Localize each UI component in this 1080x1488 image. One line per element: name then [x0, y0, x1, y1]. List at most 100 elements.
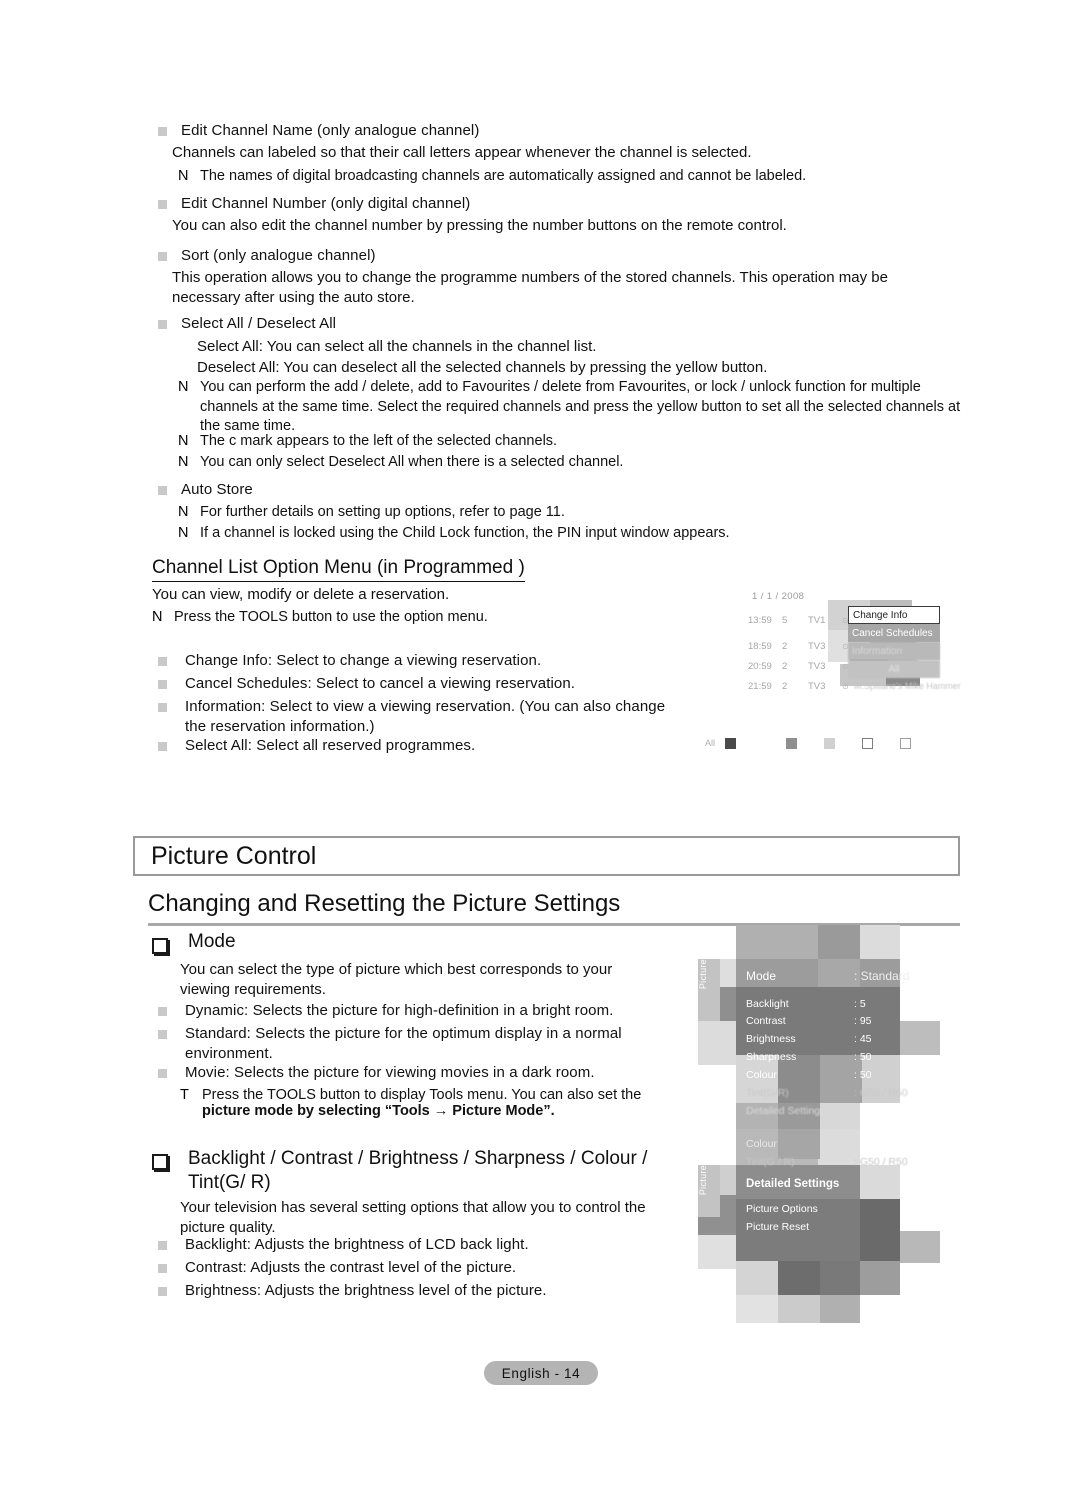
menu-row-mode[interactable]: Mode : Standard [736, 967, 910, 984]
backlight-item-label: Backlight: Adjusts the brightness of LCD… [185, 1236, 529, 1253]
mosaic-tile [820, 1295, 860, 1323]
menu-row-colour[interactable]: Colour : 50 [736, 1066, 906, 1083]
menu-row-value: : 50 [854, 1050, 872, 1063]
note-text: If a channel is locked using the Child L… [200, 525, 730, 541]
schedule-time: 21:59 [748, 680, 772, 692]
list-item: Standard: Selects the picture for the op… [158, 1024, 658, 1064]
note-row: N Press the TOOLS button to use the opti… [152, 608, 712, 628]
square-bullet-icon [158, 127, 167, 136]
menu-row-value: : 50 [854, 1068, 872, 1081]
option-item-label: Change Info: Select to change a viewing … [185, 652, 542, 669]
menu-row-tint[interactable]: Tint(G / R) : G50 / R50 [736, 1153, 926, 1170]
note-text: You can perform the add / delete, add to… [200, 379, 961, 434]
yellow-button-icon[interactable] [824, 738, 835, 749]
list-item: Information: Select to view a viewing re… [158, 697, 688, 737]
menu-row-picture-reset[interactable]: Picture Reset [736, 1218, 916, 1235]
return-icon[interactable] [862, 738, 873, 749]
menu-row-tint[interactable]: Tint(G/R) : G50 / R50 [736, 1084, 916, 1101]
list-item: Dynamic: Selects the picture for high-de… [158, 1001, 678, 1021]
chapter-title-box: Picture Control [133, 836, 960, 876]
red-button-icon[interactable] [725, 738, 736, 749]
square-bullet-icon [158, 1241, 167, 1250]
note-row: N The c mark appears to the left of the … [178, 432, 963, 452]
schedule-screenshot: 1 / 1 / 2008 13:59 5 TV1 ⊙ 18:59 2 TV3 ⊙… [700, 586, 962, 771]
open-square-bullet-icon [152, 938, 168, 954]
block-body: You can also edit the channel number by … [172, 217, 787, 234]
schedule-channel-name: TV3 [808, 660, 826, 672]
schedule-time: 13:59 [748, 614, 772, 626]
menu-row-brightness[interactable]: Brightness : 45 [736, 1030, 906, 1047]
list-item: Edit Channel Number (only digital channe… [158, 194, 958, 214]
list-item-backlight: Backlight / Contrast / Brightness / Shar… [152, 1147, 697, 1195]
note-text: For further details on setting up option… [200, 504, 565, 520]
note-mark: N [178, 525, 189, 541]
popup-item-all[interactable]: All [848, 660, 940, 678]
block-heading: Auto Store [181, 481, 253, 498]
note-mark: N [152, 609, 163, 625]
list-item: Edit Channel Name (only analogue channel… [158, 121, 958, 141]
menu-row-key: Tint(G/R) [746, 1086, 789, 1099]
popup-item-cancel-schedules[interactable]: Cancel Schedules [848, 624, 940, 642]
menu-row-value: : Standard [854, 968, 910, 983]
green-button-icon[interactable] [786, 738, 797, 749]
list-item: Contrast: Adjusts the contrast level of … [158, 1258, 678, 1278]
square-bullet-icon [158, 703, 167, 712]
square-bullet-icon [158, 252, 167, 261]
menu-row-backlight[interactable]: Backlight : 5 [736, 995, 906, 1012]
option-menu-intro: You can view, modify or delete a reserva… [152, 586, 450, 603]
schedule-channel-name: TV3 [808, 640, 826, 652]
menu-row-key: Sharpness [746, 1050, 797, 1063]
note-mark: N [178, 168, 189, 184]
schedule-bottom-bar: All [700, 734, 962, 754]
square-bullet-icon [158, 1264, 167, 1273]
square-bullet-icon [158, 320, 167, 329]
menu-row-picture-options[interactable]: Picture Options [736, 1200, 916, 1217]
mode-item-label: Dynamic: Selects the picture for high-de… [185, 1002, 614, 1019]
popup-item-information[interactable]: Information [848, 642, 940, 660]
square-bullet-icon [158, 680, 167, 689]
menu-row-key: Detailed Settings [746, 1104, 826, 1117]
mosaic-tile [900, 1231, 940, 1263]
menu-row-sharpness[interactable]: Sharpness : 50 [736, 1048, 906, 1065]
schedule-date: 1 / 1 / 2008 [752, 591, 805, 602]
select-all-line-1: Select All: You can select all the chann… [197, 338, 597, 355]
list-item: Auto Store [158, 480, 958, 500]
menu-row-colour[interactable]: Colour : [736, 1135, 916, 1152]
schedule-programme: M.Spillane's Mike Hammer [854, 681, 961, 691]
tools-popup-menu[interactable]: Change Info Cancel Schedules Information… [848, 606, 940, 678]
menu-row-detailed-settings[interactable]: Detailed Settings [736, 1175, 916, 1192]
menu-row-contrast[interactable]: Contrast : 95 [736, 1012, 906, 1029]
list-item: Select All / Deselect All [158, 314, 958, 334]
list-item: Sort (only analogue channel) [158, 246, 958, 266]
block-body: Channels can labeled so that their call … [172, 144, 752, 161]
page-footer: English - 14 [484, 1361, 598, 1385]
block-heading: Edit Channel Name (only analogue channel… [181, 122, 480, 139]
list-item: Backlight: Adjusts the brightness of LCD… [158, 1235, 678, 1255]
menu-row-key: Backlight [746, 997, 789, 1010]
list-item: Cancel Schedules: Select to cancel a vie… [158, 674, 703, 694]
schedule-channel-number: 2 [782, 640, 788, 652]
backlight-heading: Backlight / Contrast / Brightness / Shar… [188, 1148, 648, 1193]
backlight-item-label: Contrast: Adjusts the contrast level of … [185, 1259, 517, 1276]
picture-menu-screenshot-2: Picture Colour : Tint(G / R) : G50 / R50… [680, 1123, 964, 1323]
note-text: Press the TOOLS button to use the option… [174, 609, 488, 625]
menu-row-value: : G50 / R50 [854, 1086, 908, 1099]
popup-item-change-info[interactable]: Change Info [848, 606, 940, 624]
menu-row-detailed-settings[interactable]: Detailed Settings [736, 1102, 916, 1119]
footer-label: English - 14 [501, 1365, 581, 1381]
list-item: Movie: Selects the picture for viewing m… [158, 1063, 678, 1083]
exit-icon[interactable] [900, 738, 911, 749]
schedule-row[interactable]: 21:59 2 TV3 ⊙ M.Spillane's Mike Hammer [748, 678, 963, 694]
note-mark: N [178, 454, 189, 470]
manual-page: Edit Channel Name (only analogue channel… [0, 0, 1080, 1488]
square-bullet-icon [158, 1287, 167, 1296]
tools-mark: T [180, 1087, 189, 1103]
schedule-channel-number: 5 [782, 614, 788, 626]
mosaic-tile [778, 1295, 820, 1323]
menu-row-key: Detailed Settings [746, 1177, 840, 1190]
open-square-bullet-icon [152, 1154, 168, 1170]
list-item-mode: Mode [152, 931, 692, 954]
picture-menu-screenshot: Picture Mode : Standard Backlight : 5 Co… [680, 925, 964, 1145]
note-text: You can only select Deselect All when th… [200, 454, 624, 470]
mosaic-tile [736, 1261, 778, 1295]
